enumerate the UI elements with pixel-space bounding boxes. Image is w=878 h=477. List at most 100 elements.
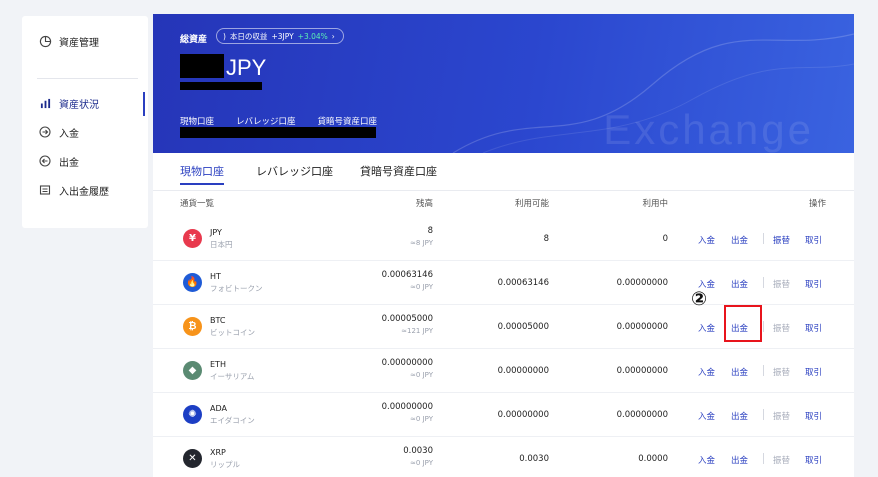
trade-link[interactable]: 取引 (805, 278, 822, 290)
coin-balance-jpy: ≈8 JPY (410, 239, 433, 247)
header-in-use: 利用中 (642, 199, 668, 209)
coin-name: 日本円 (210, 240, 233, 249)
transfer-link[interactable]: 振替 (773, 234, 790, 246)
sidebar-item-withdraw[interactable]: 出金 (22, 146, 148, 176)
eye-toggle-icon[interactable]: ) (223, 32, 226, 41)
sidebar-item-label: 入金 (59, 128, 79, 140)
sidebar-item-asset-status[interactable]: 資産状況 (22, 88, 148, 118)
action-separator (763, 321, 764, 332)
table-row: ◆ ETH イーサリアム 0.00000000 ≈0 JPY 0.00000000 0.00… (153, 349, 854, 393)
trade-link[interactable]: 取引 (805, 410, 822, 422)
coin-available: 0.00000000 (497, 410, 549, 420)
asset-summary-banner: Exchange 総資産 ) 本日の収益 +3JPY +3.04% › JPY … (153, 14, 854, 153)
coin-balance: 0.00000000 (381, 358, 433, 368)
coin-balance: 8 (427, 226, 433, 236)
hero-account-spot: 現物口座 (180, 117, 215, 127)
highlight-box (724, 305, 762, 342)
account-tabs: 現物口座 レバレッジ口座 貸暗号資産口座 (153, 153, 854, 191)
sidebar-item-asset-management[interactable]: 資産管理 (22, 26, 148, 56)
today-profit-percent: +3.04% (297, 31, 328, 41)
coin-available: 0.00000000 (497, 366, 549, 376)
coin-in-use: 0.00000000 (616, 366, 668, 376)
deposit-link[interactable]: 入金 (698, 454, 715, 466)
trade-link[interactable]: 取引 (805, 366, 822, 378)
coin-balance-jpy: ≈0 JPY (410, 371, 433, 379)
withdraw-link[interactable]: 出金 (731, 234, 748, 246)
bar-chart-icon (37, 98, 53, 109)
withdraw-link[interactable]: 出金 (731, 410, 748, 422)
tab-lending[interactable]: 貸暗号資産口座 (360, 163, 437, 179)
action-separator (763, 409, 764, 420)
coin-available: 8 (543, 234, 549, 244)
redacted-amount (180, 54, 224, 78)
action-separator (763, 233, 764, 244)
withdraw-link[interactable]: 出金 (731, 366, 748, 378)
sidebar-divider (37, 78, 138, 79)
step-marker: ② (691, 288, 708, 310)
chevron-right-icon: › (331, 31, 335, 41)
sidebar-item-history[interactable]: 入出金履歴 (22, 175, 148, 205)
sidebar-item-label: 出金 (59, 157, 79, 169)
deposit-link[interactable]: 入金 (698, 234, 715, 246)
deposit-link[interactable]: 入金 (698, 410, 715, 422)
action-separator (763, 365, 764, 376)
transfer-link[interactable]: 振替 (773, 366, 790, 378)
coin-balance-jpy: ≈0 JPY (410, 459, 433, 467)
coin-balance-jpy: ≈0 JPY (410, 283, 433, 291)
transfer-link[interactable]: 振替 (773, 278, 790, 290)
coin-symbol: BTC (210, 316, 226, 325)
coin-symbol: JPY (210, 228, 222, 237)
coin-available: 0.00005000 (497, 322, 549, 332)
transfer-link[interactable]: 振替 (773, 322, 790, 334)
total-currency: JPY (226, 55, 267, 80)
trade-link[interactable]: 取引 (805, 322, 822, 334)
today-profit-value: +3JPY (271, 31, 294, 41)
today-profit-pill[interactable]: ) 本日の収益 +3JPY +3.04% › (216, 28, 344, 44)
coin-in-use: 0.00000000 (616, 410, 668, 420)
coin-balance: 0.00000000 (381, 402, 433, 412)
trade-link[interactable]: 取引 (805, 454, 822, 466)
coin-symbol: ADA (210, 404, 227, 413)
trade-link[interactable]: 取引 (805, 234, 822, 246)
hero-account-list: 現物口座 レバレッジ口座 貸暗号資産口座 (180, 115, 377, 127)
jpy-coin-icon: ¥ (183, 229, 202, 248)
transfer-link[interactable]: 振替 (773, 454, 790, 466)
coin-name: ビットコイン (210, 328, 255, 337)
coin-balance-jpy: ≈121 JPY (401, 327, 433, 335)
eth-coin-icon: ◆ (183, 361, 202, 380)
today-profit-label: 本日の収益 (229, 31, 268, 41)
btc-coin-icon: ₿ (183, 317, 202, 336)
coin-name: リップル (210, 460, 240, 469)
deposit-icon (37, 126, 53, 138)
action-separator (763, 277, 764, 288)
action-separator (763, 453, 764, 464)
coin-in-use: 0.0000 (638, 454, 668, 464)
withdraw-link[interactable]: 出金 (731, 454, 748, 466)
deposit-link[interactable]: 入金 (698, 322, 715, 334)
coin-symbol: ETH (210, 360, 226, 369)
table-row: ¥ JPY 日本円 8 ≈8 JPY 8 0 入金 出金 振替 取引 (153, 217, 854, 261)
coin-in-use: 0.00000000 (616, 322, 668, 332)
table-row: ✺ ADA エイダコイン 0.00000000 ≈0 JPY 0.00000000 0.00… (153, 393, 854, 437)
hero-account-lending: 貸暗号資産口座 (317, 117, 378, 127)
history-icon (37, 184, 53, 196)
deposit-link[interactable]: 入金 (698, 366, 715, 378)
redacted-account-values (180, 127, 376, 138)
coin-in-use: 0 (662, 234, 668, 244)
coin-available: 0.00063146 (497, 278, 549, 288)
tab-leverage[interactable]: レバレッジ口座 (256, 163, 333, 179)
coin-balance: 0.00063146 (381, 270, 433, 280)
coin-balance: 0.00005000 (381, 314, 433, 324)
total-assets-label: 総資産 (180, 35, 208, 45)
coin-balance-jpy: ≈0 JPY (410, 415, 433, 423)
header-currency: 通貨一覧 (180, 199, 215, 209)
header-balance: 残高 (415, 199, 433, 209)
withdraw-link[interactable]: 出金 (731, 278, 748, 290)
sidebar-item-deposit[interactable]: 入金 (22, 117, 148, 147)
pie-chart-icon (37, 35, 53, 48)
header-actions: 操作 (808, 199, 826, 209)
tab-spot[interactable]: 現物口座 (180, 163, 224, 185)
exchange-watermark: Exchange (603, 106, 814, 153)
transfer-link[interactable]: 振替 (773, 410, 790, 422)
coin-in-use: 0.00000000 (616, 278, 668, 288)
